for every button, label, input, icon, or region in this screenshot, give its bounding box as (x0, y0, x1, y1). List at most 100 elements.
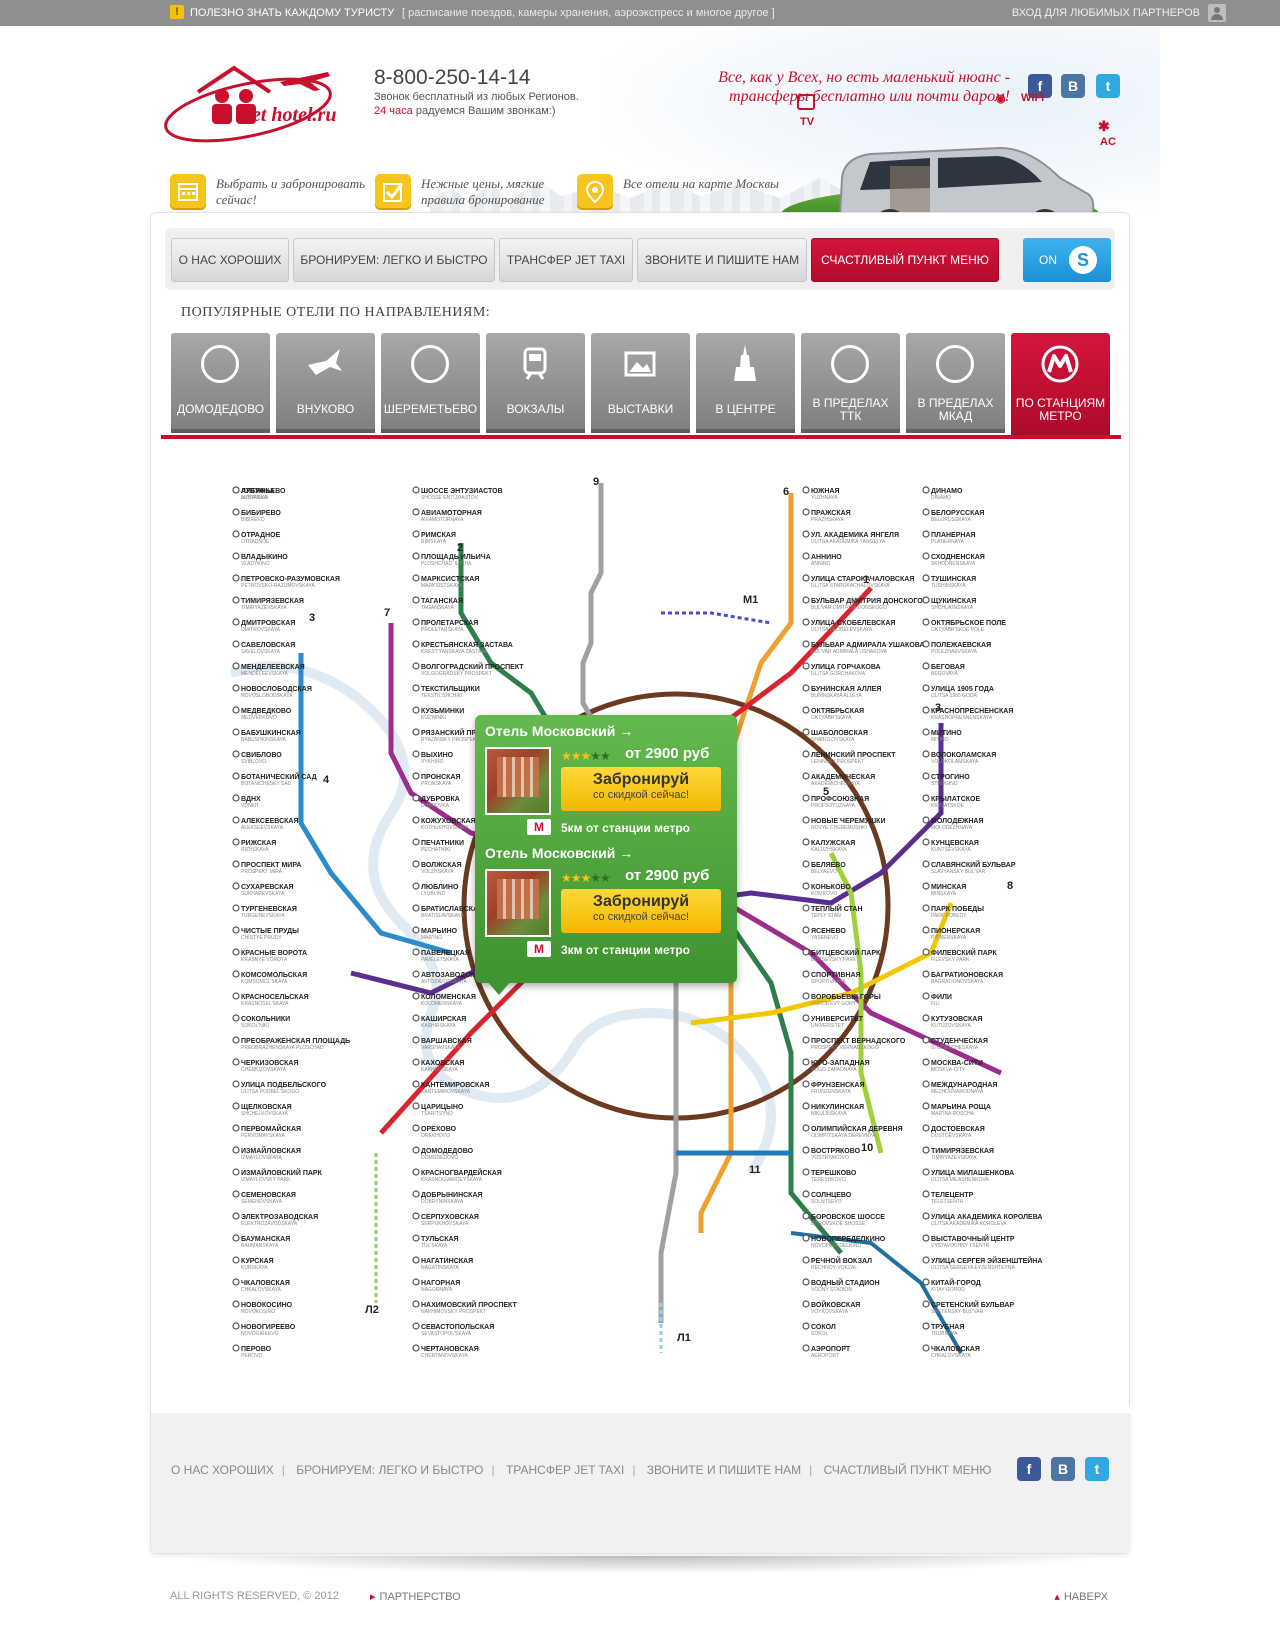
station-label[interactable]: ТЕПЛЫЙ СТАН (811, 904, 863, 913)
station-label[interactable]: ИЗМАЙЛОВСКАЯ (241, 1146, 301, 1155)
category-exhibitions[interactable]: ВЫСТАВКИ (591, 333, 690, 433)
vkontakte-icon[interactable]: B (1061, 74, 1085, 98)
station-label[interactable]: ЛЕНИНСКИЙ ПРОСПЕКТ (811, 750, 896, 759)
station-dot[interactable] (412, 750, 420, 758)
station-label[interactable]: БУЛЬВАР ДМИТРИЯ ДОНСКОГО (811, 598, 923, 605)
station-dot[interactable] (412, 1190, 420, 1198)
station-dot[interactable] (802, 750, 810, 758)
station-dot[interactable] (232, 574, 240, 582)
station-label[interactable]: ДОСТОЕВСКАЯ (931, 1126, 985, 1133)
station-label[interactable]: СПОРТИВНАЯ (811, 972, 861, 979)
station-dot[interactable] (232, 596, 240, 604)
footer-vkontakte-icon[interactable]: B (1051, 1457, 1075, 1481)
station-label[interactable]: АВИАМОТОРНАЯ (421, 510, 482, 517)
station-dot[interactable] (232, 1278, 240, 1286)
station-label[interactable]: ЧЕРТАНОВСКАЯ (421, 1346, 479, 1353)
station-dot[interactable] (232, 508, 240, 516)
station-dot[interactable] (802, 1124, 810, 1132)
station-label[interactable]: ВОЛОКОЛАМСКАЯ (931, 752, 996, 759)
station-label[interactable]: ЩЕЛКОВСКАЯ (241, 1104, 292, 1111)
station-dot[interactable] (412, 508, 420, 516)
station-dot[interactable] (232, 1102, 240, 1110)
station-dot[interactable] (922, 1234, 930, 1242)
station-dot[interactable] (232, 640, 240, 648)
station-label[interactable]: ОТРАДНОЕ (241, 532, 281, 539)
station-dot[interactable] (802, 552, 810, 560)
menu-contacts[interactable]: ЗВОНИТЕ И ПИШИТЕ НАМ (637, 238, 807, 282)
station-dot[interactable] (922, 1146, 930, 1154)
station-dot[interactable] (922, 728, 930, 736)
station-label[interactable]: ЩУКИНСКАЯ (931, 598, 976, 605)
station-dot[interactable] (412, 1256, 420, 1264)
station-dot[interactable] (802, 882, 810, 890)
station-label[interactable]: КРАСНОПРЕСНЕНСКАЯ (931, 708, 1013, 715)
station-label[interactable]: МИТИНО (931, 730, 962, 737)
station-label[interactable]: МАРКСИСТСКАЯ (421, 576, 479, 583)
station-dot[interactable] (922, 860, 930, 868)
station-dot[interactable] (922, 706, 930, 714)
station-label[interactable]: ПАВЕЛЕЦКАЯ (421, 950, 470, 957)
station-label[interactable]: САВЕЛОВСКАЯ (241, 642, 295, 649)
station-dot[interactable] (922, 1058, 930, 1066)
station-dot[interactable] (802, 530, 810, 538)
station-label[interactable]: СЕВАСТОПОЛЬСКАЯ (421, 1324, 494, 1331)
station-label[interactable]: БОРОВСКОЕ ШОССЕ (811, 1214, 885, 1221)
station-label[interactable]: УЛИЦА МИЛАШЕНКОВА (931, 1170, 1014, 1177)
station-dot[interactable] (922, 1344, 930, 1352)
station-dot[interactable] (922, 904, 930, 912)
station-label[interactable]: ЮГО-ЗАПАДНАЯ (811, 1060, 870, 1067)
station-label[interactable]: УЛИЦА СКОБЕЛЕВСКАЯ (811, 620, 895, 627)
station-dot[interactable] (412, 530, 420, 538)
station-label[interactable]: МЕДВЕДКОВО (241, 708, 292, 715)
station-label[interactable]: ПЛОЩАДЬ ИЛЬИЧА (421, 554, 491, 561)
station-label[interactable]: ЧКАЛОВСКАЯ (241, 1280, 290, 1287)
station-dot[interactable] (922, 1102, 930, 1110)
station-dot[interactable] (412, 970, 420, 978)
station-label[interactable]: РИМСКАЯ (421, 532, 456, 539)
station-label[interactable]: ТЕРЕШКОВО (811, 1170, 857, 1177)
station-label[interactable]: БРАТИСЛАВСКАЯ (421, 906, 483, 913)
station-label[interactable]: ПЛАНЕРНАЯ (931, 532, 976, 539)
station-dot[interactable] (232, 618, 240, 626)
station-label[interactable]: КОМСОМОЛЬСКАЯ (241, 972, 307, 979)
station-dot[interactable] (232, 1212, 240, 1220)
station-dot[interactable] (232, 1124, 240, 1132)
station-label[interactable]: ЧКАЛОВСКАЯ (931, 1346, 980, 1353)
category-metro[interactable]: ПО СТАНЦИЯМ МЕТРО (1011, 333, 1110, 437)
station-label[interactable]: ДУБРОВКА (421, 796, 460, 803)
footer-twitter-icon[interactable]: t (1085, 1457, 1109, 1481)
station-dot[interactable] (232, 530, 240, 538)
station-dot[interactable] (802, 816, 810, 824)
station-dot[interactable] (802, 618, 810, 626)
station-dot[interactable] (412, 794, 420, 802)
station-dot[interactable] (232, 992, 240, 1000)
station-dot[interactable] (232, 1234, 240, 1242)
station-dot[interactable] (232, 552, 240, 560)
station-dot[interactable] (802, 662, 810, 670)
station-label[interactable]: ТУРГЕНЕВСКАЯ (241, 906, 297, 913)
station-label[interactable]: ВЫХИНО (421, 752, 454, 759)
station-dot[interactable] (922, 1256, 930, 1264)
station-dot[interactable] (232, 486, 240, 494)
station-dot[interactable] (802, 640, 810, 648)
station-label[interactable]: ВДНХ (241, 796, 261, 803)
hotel-name-link[interactable]: Отель Московский → (485, 723, 633, 739)
footer-link-about[interactable]: О НАС ХОРОШИХ (171, 1463, 274, 1477)
hotel-photo[interactable] (485, 747, 551, 815)
station-dot[interactable] (922, 1278, 930, 1286)
station-dot[interactable] (922, 948, 930, 956)
station-dot[interactable] (922, 574, 930, 582)
station-label[interactable]: ИЗМАЙЛОВСКИЙ ПАРК (241, 1168, 323, 1177)
station-dot[interactable] (232, 948, 240, 956)
station-label[interactable]: НАГОРНАЯ (421, 1280, 460, 1287)
category-center[interactable]: В ЦЕНТРЕ (696, 333, 795, 433)
station-dot[interactable] (922, 662, 930, 670)
station-label[interactable]: НОВОПЕРЕДЕЛКИНО (811, 1236, 886, 1243)
station-dot[interactable] (802, 684, 810, 692)
station-label[interactable]: УЛИЦА ПОДБЕЛЬСКОГО (241, 1082, 327, 1089)
station-label[interactable]: РЕЧНОЙ ВОКЗАЛ (811, 1256, 872, 1265)
station-label[interactable]: НОВОГИРЕЕВО (241, 1324, 296, 1331)
station-dot[interactable] (232, 904, 240, 912)
station-dot[interactable] (802, 794, 810, 802)
station-label[interactable]: УЛИЦА СТАРОКАЧАЛОВСКАЯ (811, 576, 914, 583)
